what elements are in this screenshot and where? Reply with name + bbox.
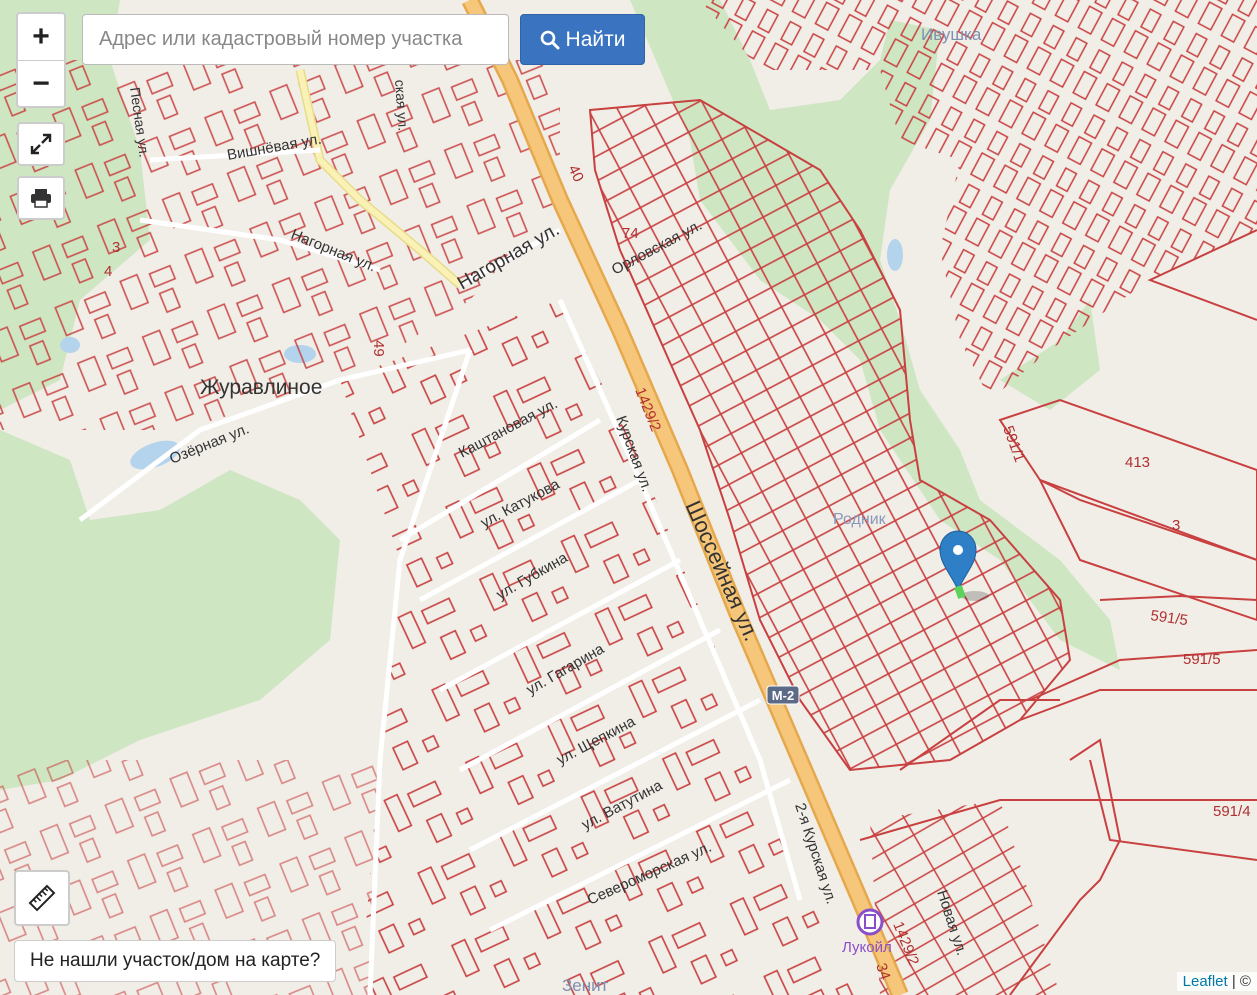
search-input[interactable]: [82, 14, 509, 65]
svg-text:М-2: М-2: [772, 688, 794, 703]
svg-text:591/5: 591/5: [1183, 651, 1221, 668]
road-badge: М-2: [766, 685, 800, 705]
svg-text:4: 4: [104, 263, 112, 280]
attribution-separator: | ©: [1227, 973, 1251, 990]
svg-text:Родник: Родник: [833, 511, 887, 528]
cadastral-map[interactable]: 413 3 591/5 591/5 591/4 591/1 40 74 49 3…: [0, 0, 1257, 995]
search-button[interactable]: Найти: [520, 14, 645, 65]
fullscreen-button[interactable]: [17, 122, 65, 166]
svg-text:49: 49: [370, 340, 387, 357]
expand-icon: [30, 133, 52, 155]
svg-text:3: 3: [112, 239, 120, 256]
svg-text:74: 74: [622, 225, 639, 242]
svg-text:Зенит: Зенит: [562, 976, 609, 995]
not-found-button[interactable]: Не нашли участок/дом на карте?: [14, 940, 337, 982]
print-button[interactable]: [17, 176, 65, 220]
search-button-label: Найти: [565, 27, 626, 51]
ruler-icon: [28, 884, 56, 912]
zoom-out-button[interactable]: −: [18, 61, 64, 107]
leaflet-link[interactable]: Leaflet: [1183, 973, 1228, 990]
zoom-in-button[interactable]: +: [18, 14, 64, 61]
printer-icon: [31, 189, 51, 208]
svg-text:591/4: 591/4: [1213, 803, 1251, 820]
zoom-control: + −: [16, 12, 66, 108]
svg-text:Ивушка: Ивушка: [921, 25, 982, 44]
search-icon: [540, 30, 560, 49]
svg-text:3: 3: [1172, 517, 1180, 534]
svg-text:413: 413: [1125, 454, 1150, 471]
svg-text:Журавлиное: Журавлиное: [200, 376, 322, 399]
measure-button[interactable]: [14, 870, 70, 926]
map-attribution: Leaflet | ©: [1176, 972, 1257, 991]
fuel-station-icon: [856, 908, 884, 936]
svg-text:Лукойл: Лукойл: [842, 939, 892, 956]
